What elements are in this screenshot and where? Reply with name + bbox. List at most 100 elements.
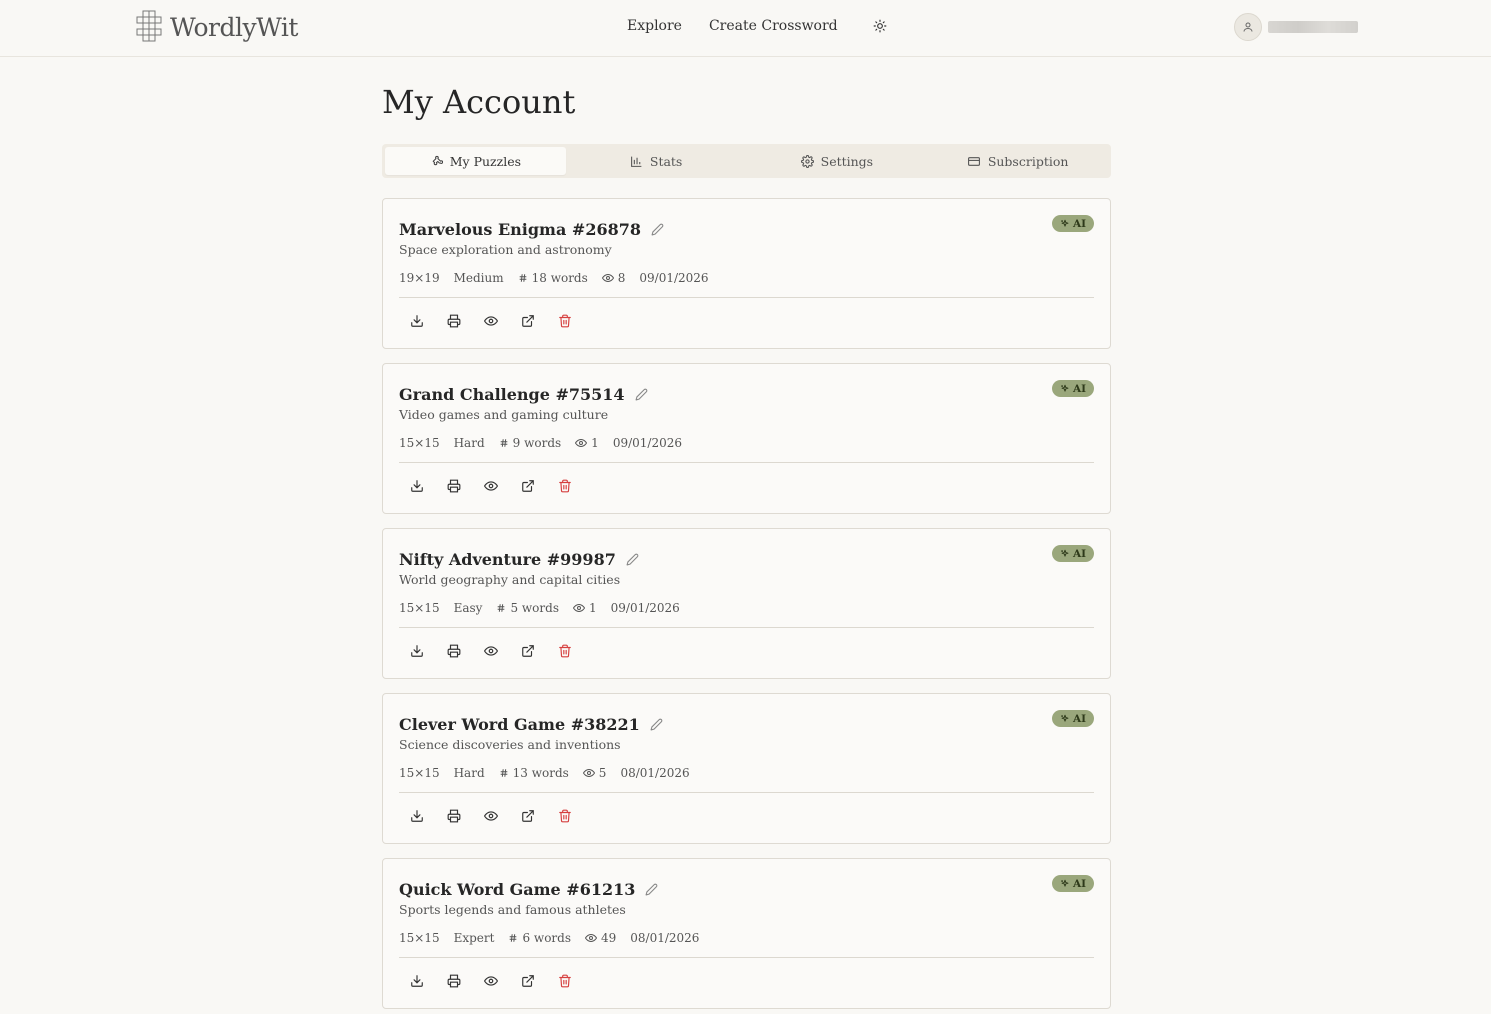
open-external-button[interactable]	[518, 311, 538, 331]
puzzle-title[interactable]: Clever Word Game #38221	[399, 715, 640, 734]
user-icon	[1243, 22, 1253, 32]
puzzle-title[interactable]: Quick Word Game #61213	[399, 880, 635, 899]
created-date: 09/01/2026	[639, 271, 709, 285]
print-button[interactable]	[444, 971, 464, 991]
puzzle-actions	[399, 476, 1094, 496]
open-external-button[interactable]	[518, 641, 538, 661]
preview-button[interactable]	[481, 311, 501, 331]
sparkles-icon	[1061, 879, 1069, 887]
puzzle-card: Nifty Adventure #99987 World geography a…	[382, 528, 1111, 679]
printer-icon	[447, 809, 461, 823]
difficulty: Hard	[453, 436, 485, 450]
nav-explore[interactable]: Explore	[627, 18, 682, 34]
edit-title-button[interactable]	[645, 883, 658, 896]
puzzle-actions	[399, 971, 1094, 991]
badge-text: AI	[1072, 877, 1086, 890]
edit-title-button[interactable]	[651, 223, 664, 236]
preview-button[interactable]	[481, 806, 501, 826]
tab-subscription[interactable]: Subscription	[927, 147, 1108, 175]
download-button[interactable]	[407, 806, 427, 826]
external-link-icon	[522, 315, 534, 327]
puzzle-meta: 19×19 Medium 18 words 8 09/01/2026	[399, 269, 1094, 287]
hash-icon	[500, 769, 507, 777]
puzzle-meta: 15×15 Easy 5 words 1 09/01/2026	[399, 599, 1094, 617]
word-count: 18 words	[518, 271, 588, 285]
external-link-icon	[522, 645, 534, 657]
download-button[interactable]	[407, 311, 427, 331]
user-menu[interactable]	[1234, 13, 1358, 41]
puzzle-title[interactable]: Grand Challenge #75514	[399, 385, 625, 404]
trash-icon	[559, 809, 571, 823]
open-external-button[interactable]	[518, 806, 538, 826]
view-count-text: 1	[591, 436, 599, 450]
gear-icon	[800, 154, 814, 168]
theme-toggle-button[interactable]	[873, 19, 887, 33]
preview-button[interactable]	[481, 971, 501, 991]
logo[interactable]: WordlyWit	[136, 9, 298, 45]
puzzle-meta: 15×15 Hard 9 words 1 09/01/2026	[399, 434, 1094, 452]
puzzle-title[interactable]: Nifty Adventure #99987	[399, 550, 616, 569]
download-button[interactable]	[407, 641, 427, 661]
view-count: 1	[572, 601, 597, 615]
puzzle-description: World geography and capital cities	[399, 572, 621, 587]
delete-button[interactable]	[555, 641, 575, 661]
download-button[interactable]	[407, 971, 427, 991]
puzzle-description: Space exploration and astronomy	[399, 242, 612, 257]
word-count-text: 5 words	[510, 601, 559, 615]
sparkles-icon	[1061, 549, 1069, 557]
delete-button[interactable]	[555, 971, 575, 991]
grid-size: 15×15	[399, 436, 440, 450]
word-count-text: 6 words	[522, 931, 571, 945]
badge-text: AI	[1072, 217, 1086, 230]
puzzle-title[interactable]: Marvelous Enigma #26878	[399, 220, 641, 239]
delete-button[interactable]	[555, 476, 575, 496]
preview-button[interactable]	[481, 476, 501, 496]
difficulty: Hard	[453, 766, 485, 780]
tab-label: My Puzzles	[449, 153, 522, 169]
open-external-button[interactable]	[518, 971, 538, 991]
edit-title-button[interactable]	[626, 553, 639, 566]
pencil-icon	[645, 883, 658, 895]
avatar[interactable]	[1234, 13, 1262, 41]
hash-icon	[500, 439, 507, 447]
tab-stats[interactable]: Stats	[566, 147, 747, 175]
puzzle-actions	[399, 311, 1094, 331]
delete-button[interactable]	[555, 311, 575, 331]
ai-badge: AI	[1051, 215, 1094, 232]
eye-icon	[572, 603, 585, 613]
account-tabs: My Puzzles Stats Settings Subscription	[382, 144, 1111, 178]
download-button[interactable]	[407, 476, 427, 496]
pencil-icon	[626, 553, 639, 565]
nav-create-crossword[interactable]: Create Crossword	[709, 18, 838, 34]
download-icon	[411, 975, 423, 987]
eye-icon	[484, 811, 498, 821]
open-external-button[interactable]	[518, 476, 538, 496]
preview-button[interactable]	[481, 641, 501, 661]
printer-icon	[447, 479, 461, 493]
print-button[interactable]	[444, 641, 464, 661]
print-button[interactable]	[444, 806, 464, 826]
tab-my-puzzles[interactable]: My Puzzles	[385, 147, 566, 175]
eye-icon	[601, 273, 614, 283]
eye-icon	[484, 481, 498, 491]
main-nav: Explore Create Crossword	[627, 18, 887, 34]
hash-icon	[498, 604, 505, 612]
ai-badge: AI	[1051, 545, 1094, 562]
tab-settings[interactable]: Settings	[747, 147, 928, 175]
delete-button[interactable]	[555, 806, 575, 826]
eye-icon	[484, 316, 498, 326]
puzzle-icon	[432, 155, 443, 165]
edit-title-button[interactable]	[650, 718, 663, 731]
ai-badge: AI	[1051, 380, 1094, 397]
edit-title-button[interactable]	[635, 388, 648, 401]
print-button[interactable]	[444, 311, 464, 331]
puzzle-description: Video games and gaming culture	[399, 407, 609, 422]
crossword-grid-logo-icon	[136, 10, 162, 42]
view-count: 49	[585, 931, 616, 945]
word-count-text: 18 words	[531, 271, 588, 285]
word-count: 5 words	[496, 601, 559, 615]
view-count: 1	[575, 436, 599, 450]
divider	[399, 297, 1094, 298]
print-button[interactable]	[444, 476, 464, 496]
download-icon	[411, 480, 423, 492]
